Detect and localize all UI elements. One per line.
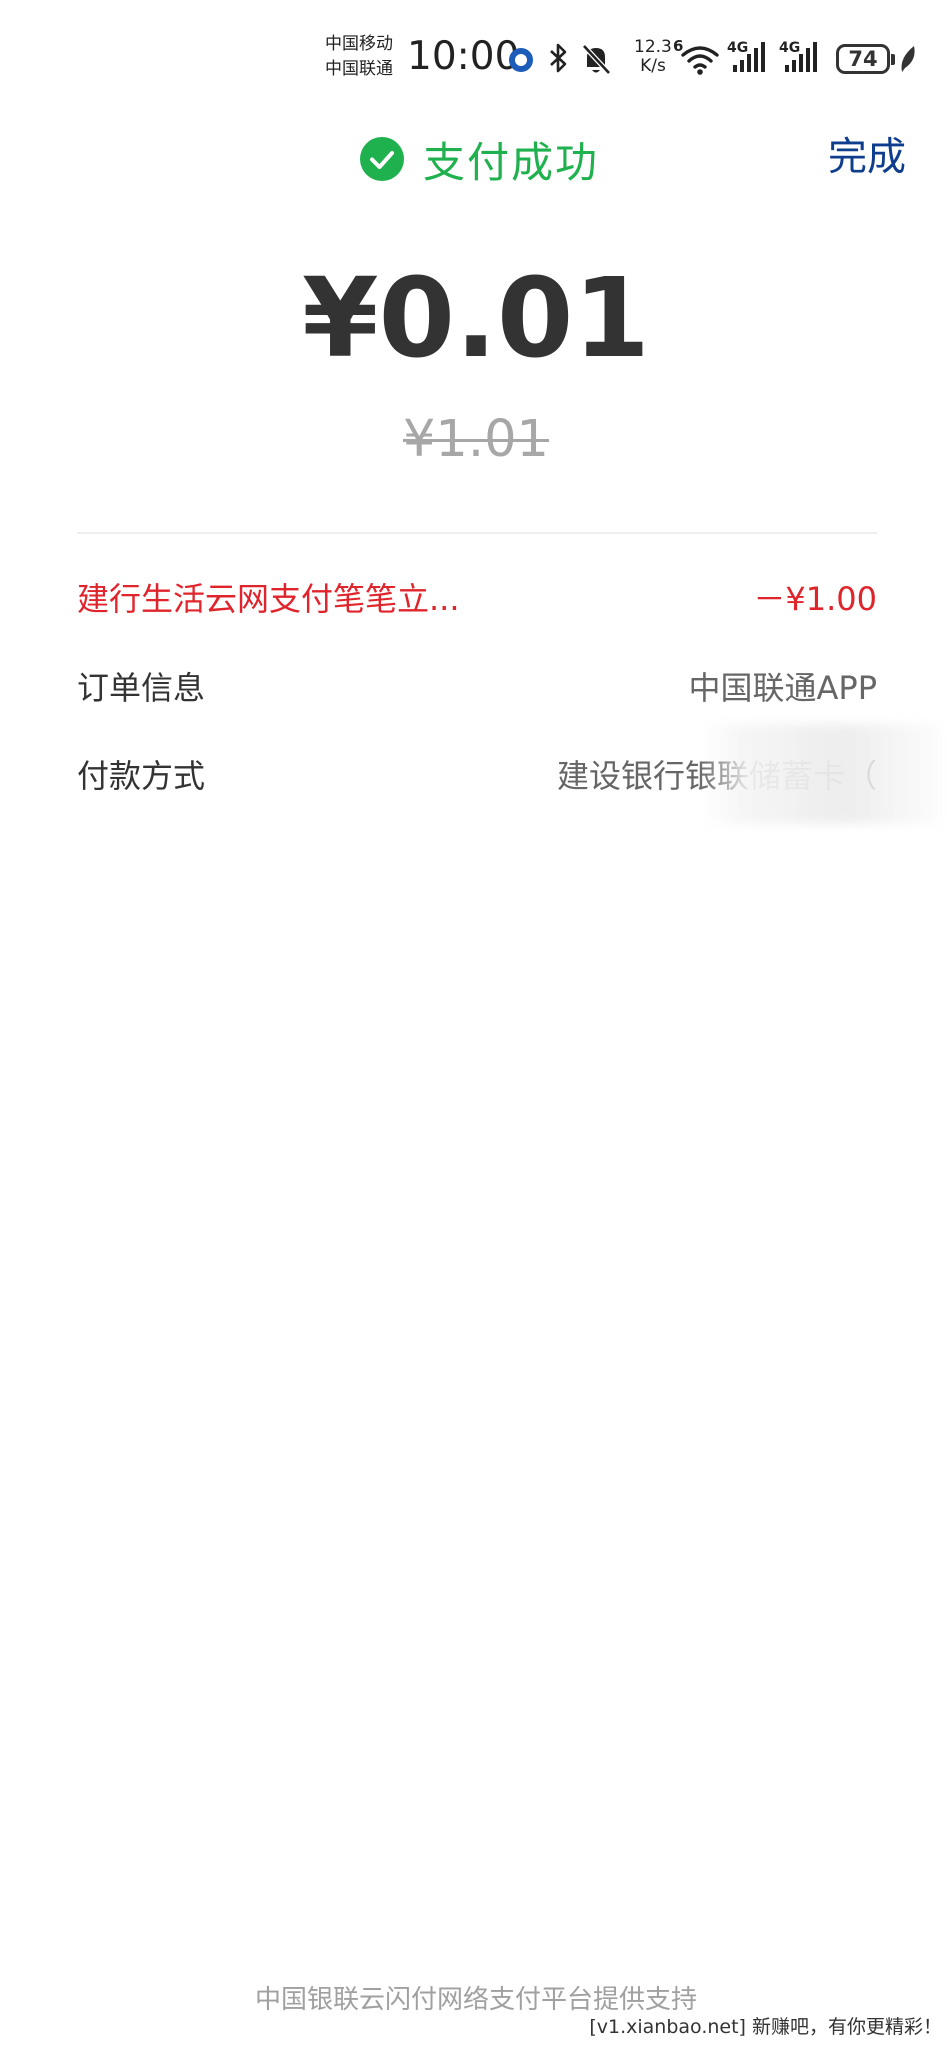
carrier-1: 中国移动: [325, 34, 393, 54]
discount-label: 建行生活云网支付笔笔立...: [77, 580, 460, 618]
page-title: 支付成功: [423, 137, 600, 187]
discount-row: 建行生活云网支付笔笔立... －¥1.00: [77, 572, 877, 622]
signal-icon: 4G: [779, 40, 821, 74]
network-speed: 12.3 K/s: [634, 38, 672, 76]
status-time: 10:00: [407, 34, 520, 79]
divider: [77, 532, 877, 534]
order-info-row: 订单信息 中国联通APP: [77, 661, 877, 711]
order-info-value: 中国联通APP: [688, 669, 878, 707]
network-speed-unit: K/s: [640, 56, 666, 76]
payment-method-label: 付款方式: [77, 757, 206, 795]
battery-icon: 74: [836, 44, 895, 74]
order-info-label: 订单信息: [77, 669, 206, 707]
payment-result-screen: 中国移动 中国联通 10:00 12.3 K/s 6 4G 4G 74 支付成功…: [0, 0, 952, 2048]
status-bar: 中国移动 中国联通 10:00 12.3 K/s 6 4G 4G 74: [0, 0, 952, 105]
success-check-icon: [360, 137, 404, 181]
carrier-labels: 中国移动 中国联通: [325, 32, 393, 82]
signal-icon: 4G: [727, 40, 769, 74]
mute-bell-icon: [582, 44, 611, 75]
app-notification-icon: [509, 48, 533, 72]
done-button[interactable]: 完成: [828, 130, 906, 186]
redaction-blur: [700, 724, 940, 824]
leaf-icon: [901, 46, 915, 72]
discount-value: －¥1.00: [753, 580, 877, 618]
payment-success-header: 支付成功: [360, 130, 599, 188]
network-speed-value: 12.3: [634, 37, 672, 57]
bluetooth-icon: [550, 43, 567, 73]
original-amount: ¥1.01: [402, 410, 549, 469]
wifi-icon: [681, 46, 719, 75]
paid-amount: ¥0.01: [302, 254, 650, 382]
carrier-2: 中国联通: [325, 59, 393, 79]
watermark: [v1.xianbao.net] 新赚吧，有你更精彩！: [589, 2013, 942, 2041]
